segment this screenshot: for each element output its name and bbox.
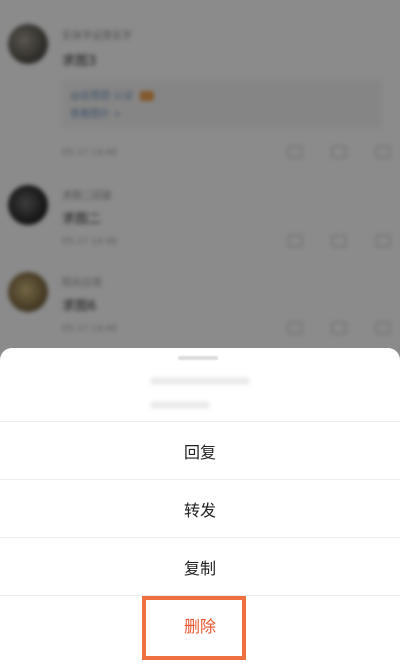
sheet-preview xyxy=(150,378,250,418)
delete-highlight-box xyxy=(142,596,246,660)
forward-button[interactable]: 转发 xyxy=(0,479,400,537)
sheet-handle[interactable] xyxy=(178,356,218,360)
reply-button[interactable]: 回复 xyxy=(0,421,400,479)
screen: 实体字运营名字 求图3 @运营团 认证 查看图片 > 05-17 14:46 求… xyxy=(0,0,400,669)
copy-button[interactable]: 复制 xyxy=(0,537,400,595)
